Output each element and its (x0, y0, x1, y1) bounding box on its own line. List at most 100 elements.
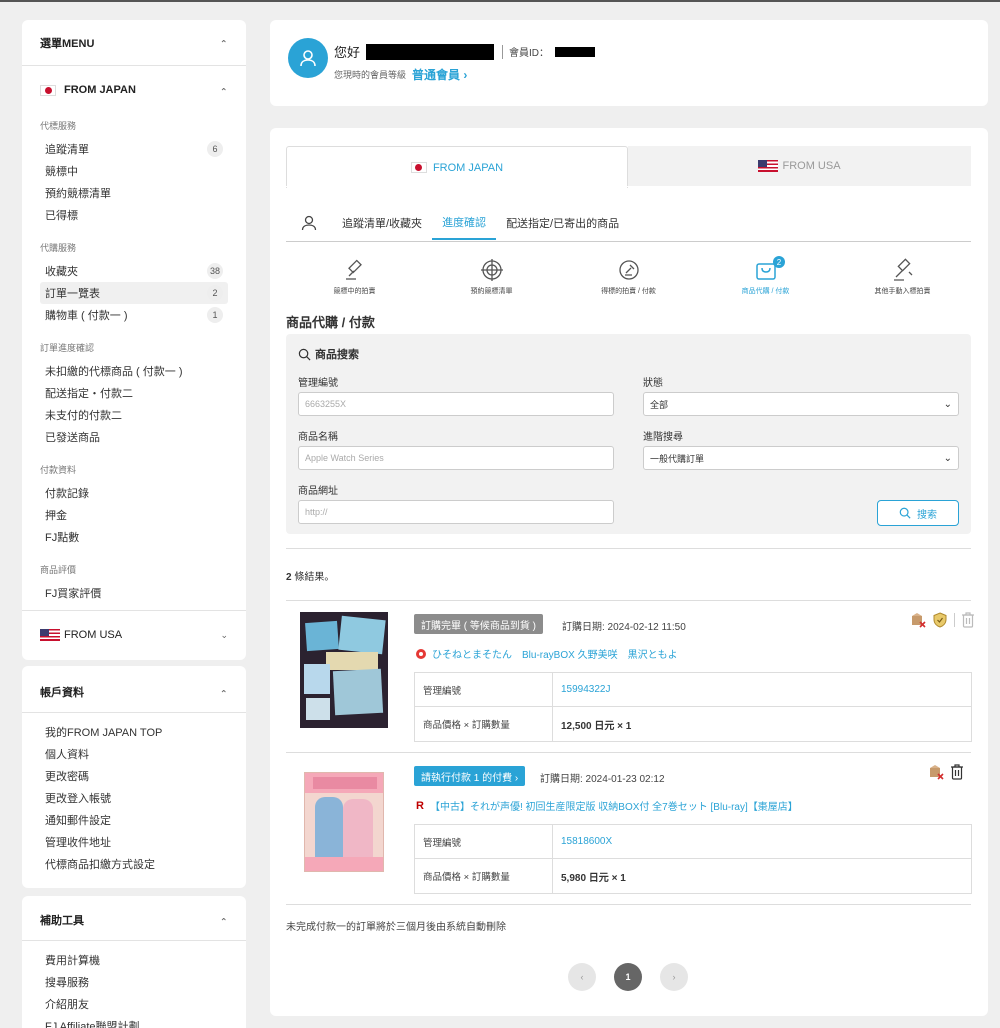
greeting: 您好 (334, 45, 361, 60)
tools-item-refer[interactable]: 介紹朋友 (40, 993, 228, 1015)
trash-icon[interactable] (961, 612, 975, 628)
table-row: 商品價格 × 訂購數量 5,980 日元 × 1 (415, 859, 971, 893)
mgmt-no-link[interactable]: 15818600X (553, 825, 971, 858)
sidebar-item-deposit[interactable]: 押金 (40, 504, 228, 526)
table-row: 管理編號 15818600X (415, 825, 971, 859)
sidebar-item-shipping[interactable]: 配送指定・付款二 (40, 382, 228, 404)
product-url-input[interactable]: http:// (298, 500, 614, 524)
nav-proxy-purchase[interactable]: 2 商品代購 / 付款 (697, 256, 834, 296)
shield-icon[interactable] (932, 612, 948, 628)
username-redacted (366, 43, 495, 60)
sidebar-item-watchlist[interactable]: 追蹤清單 6 (40, 138, 228, 160)
status-select-value: 全部 (650, 399, 669, 410)
manual-bid-icon (893, 258, 912, 281)
count-badge: 1 (207, 307, 223, 323)
sidebar-item-favorites[interactable]: 收藏夾 38 (40, 260, 228, 282)
order-date: 訂購日期: 2024-02-12 11:50 (562, 622, 686, 633)
account-item-address[interactable]: 管理收件地址 (40, 831, 228, 853)
nav-reserved-bids[interactable]: 預約競標清單 (423, 258, 560, 296)
sidebar-item-orders[interactable]: 訂單一覽表 2 (40, 282, 228, 304)
group-label: 商品評價 (40, 565, 77, 575)
advanced-search-select[interactable]: 一般代購訂單 ⌄ (643, 446, 959, 470)
menu-header[interactable]: 選單MENU ⌄ (22, 20, 246, 66)
order-title-link[interactable]: ひそねとまそたん Blu-rayBOX 久野美咲 黒沢ともよ (416, 646, 678, 661)
tab-from-usa[interactable]: FROM USA (628, 146, 971, 186)
account-item-label: 我的FROM JAPAN TOP (45, 727, 163, 739)
tab-from-japan[interactable]: FROM JAPAN (286, 146, 628, 188)
tools-item-calculator[interactable]: 費用計算機 (40, 949, 228, 971)
sidebar-item-buyer-reviews[interactable]: FJ買家評價 (40, 582, 228, 604)
sidebar-item-label: 付款記錄 (45, 488, 89, 500)
group-label: 付款資料 (40, 465, 77, 475)
account-title: 帳戶資料 (40, 687, 84, 699)
trash-icon[interactable] (950, 764, 964, 780)
sidebar-item-label: 已發送商品 (45, 432, 100, 444)
account-item-profile[interactable]: 個人資料 (40, 743, 228, 765)
from-japan-label: FROM JAPAN (64, 84, 136, 96)
nav-label: 商品代購 / 付款 (741, 288, 790, 295)
mgmt-no-link[interactable]: 15994322J (553, 673, 971, 706)
sidebar-item-payment-history[interactable]: 付款記錄 (40, 482, 228, 504)
sidebar-item-reserved-bids[interactable]: 預約競標清單 (40, 182, 228, 204)
from-japan-header[interactable]: FROM JAPAN ⌄ (22, 66, 246, 114)
sidebar-item-won[interactable]: 已得標 (40, 204, 228, 226)
status-select[interactable]: 全部 ⌄ (643, 392, 959, 416)
japan-flag-icon (410, 162, 427, 173)
tools-item-affiliate[interactable]: FJ Affiliate聯盟計劃 (40, 1015, 228, 1028)
account-item-label: 通知郵件設定 (45, 815, 111, 827)
tools-item-search-service[interactable]: 搜尋服務 (40, 971, 228, 993)
account-item-password[interactable]: 更改密碼 (40, 765, 228, 787)
nav-manual-bids[interactable]: 其他手動入標拍賣 (834, 258, 971, 296)
product-thumbnail[interactable] (304, 772, 384, 872)
user-icon (300, 50, 316, 67)
sidebar-item-bidding[interactable]: 競標中 (40, 160, 228, 182)
pagination-page-1[interactable]: 1 (614, 963, 642, 991)
order-title-link[interactable]: R 【中古】それが声優! 初回生産限定版 収納BOX付 全7巻セット [Blu-… (416, 798, 798, 814)
sidebar-item-fj-points[interactable]: FJ點數 (40, 526, 228, 548)
status-label: 狀態 (643, 378, 663, 389)
subtab-progress[interactable]: 進度確認 (432, 206, 497, 240)
product-name-input[interactable]: Apple Watch Series (298, 446, 614, 470)
account-item-email[interactable]: 通知郵件設定 (40, 809, 228, 831)
order-detail-table: 管理編號 15818600X 商品價格 × 訂購數量 5,980 日元 × 1 (414, 824, 972, 894)
sidebar-item-unpaid-payment2[interactable]: 未支付的付款二 (40, 404, 228, 426)
sidebar-menu-card: 選單MENU ⌄ FROM JAPAN ⌄ 代標服務 追蹤清單 6 競標中 預約競… (22, 20, 246, 660)
mgmt-no-label: 管理編號 (298, 378, 338, 389)
nav-won-auctions[interactable]: 得標的拍賣 / 付款 (560, 258, 697, 296)
nav-bidding-auctions[interactable]: 競標中的拍賣 (286, 258, 423, 296)
account-item-top[interactable]: 我的FROM JAPAN TOP (40, 721, 228, 743)
subtab-shipping[interactable]: 配送指定/已寄出的商品 (496, 206, 629, 240)
person-icon (301, 215, 317, 230)
product-name-label: 商品名稱 (298, 432, 338, 443)
box-cancel-icon[interactable] (910, 612, 926, 628)
box-cancel-icon[interactable] (928, 764, 944, 780)
pagination-next[interactable]: › (660, 963, 688, 991)
mgmt-no-input[interactable]: 6663255X (298, 392, 614, 416)
tools-title: 補助工具 (40, 915, 84, 927)
member-id-label: 會員ID： (509, 48, 550, 59)
sidebar-item-label: 已得標 (45, 210, 78, 222)
tools-header[interactable]: 補助工具 ⌄ (22, 896, 246, 944)
japan-flag-icon (40, 84, 56, 96)
advanced-select-value: 一般代購訂單 (650, 453, 705, 464)
sidebar-item-cart[interactable]: 購物車 ( 付款一 ) 1 (40, 304, 228, 326)
group-label: 代購服務 (40, 243, 77, 253)
avatar[interactable] (288, 38, 328, 78)
shop-logo-icon (416, 648, 426, 659)
pagination-prev[interactable]: ‹ (568, 963, 596, 991)
pay-now-button[interactable]: 請執行付款 1 的付費 › (414, 766, 526, 786)
account-item-login[interactable]: 更改登入帳號 (40, 787, 228, 809)
sidebar-item-shipped[interactable]: 已發送商品 (40, 426, 228, 448)
account-item-payment-method[interactable]: 代標商品扣繳方式設定 (40, 853, 228, 875)
from-usa-label: FROM USA (64, 628, 123, 641)
order-detail-table: 管理編號 15994322J 商品價格 × 訂購數量 12,500 日元 × 1 (414, 672, 972, 742)
from-usa-header[interactable]: FROM USA ⌄ (22, 612, 246, 658)
member-level-link[interactable]: 普通會員 › (412, 66, 467, 83)
account-header[interactable]: 帳戶資料 ⌄ (22, 666, 246, 718)
chevron-down-icon: ⌄ (943, 452, 952, 464)
product-thumbnail[interactable] (300, 612, 388, 728)
search-button[interactable]: 搜索 (877, 500, 959, 526)
subtab-watchlist[interactable]: 追蹤清單/收藏夾 (332, 206, 432, 240)
sidebar-item-unpaid-auction[interactable]: 未扣繳的代標商品 ( 付款一 ) (40, 360, 228, 382)
chevron-down-icon: ⌄ (943, 398, 952, 410)
